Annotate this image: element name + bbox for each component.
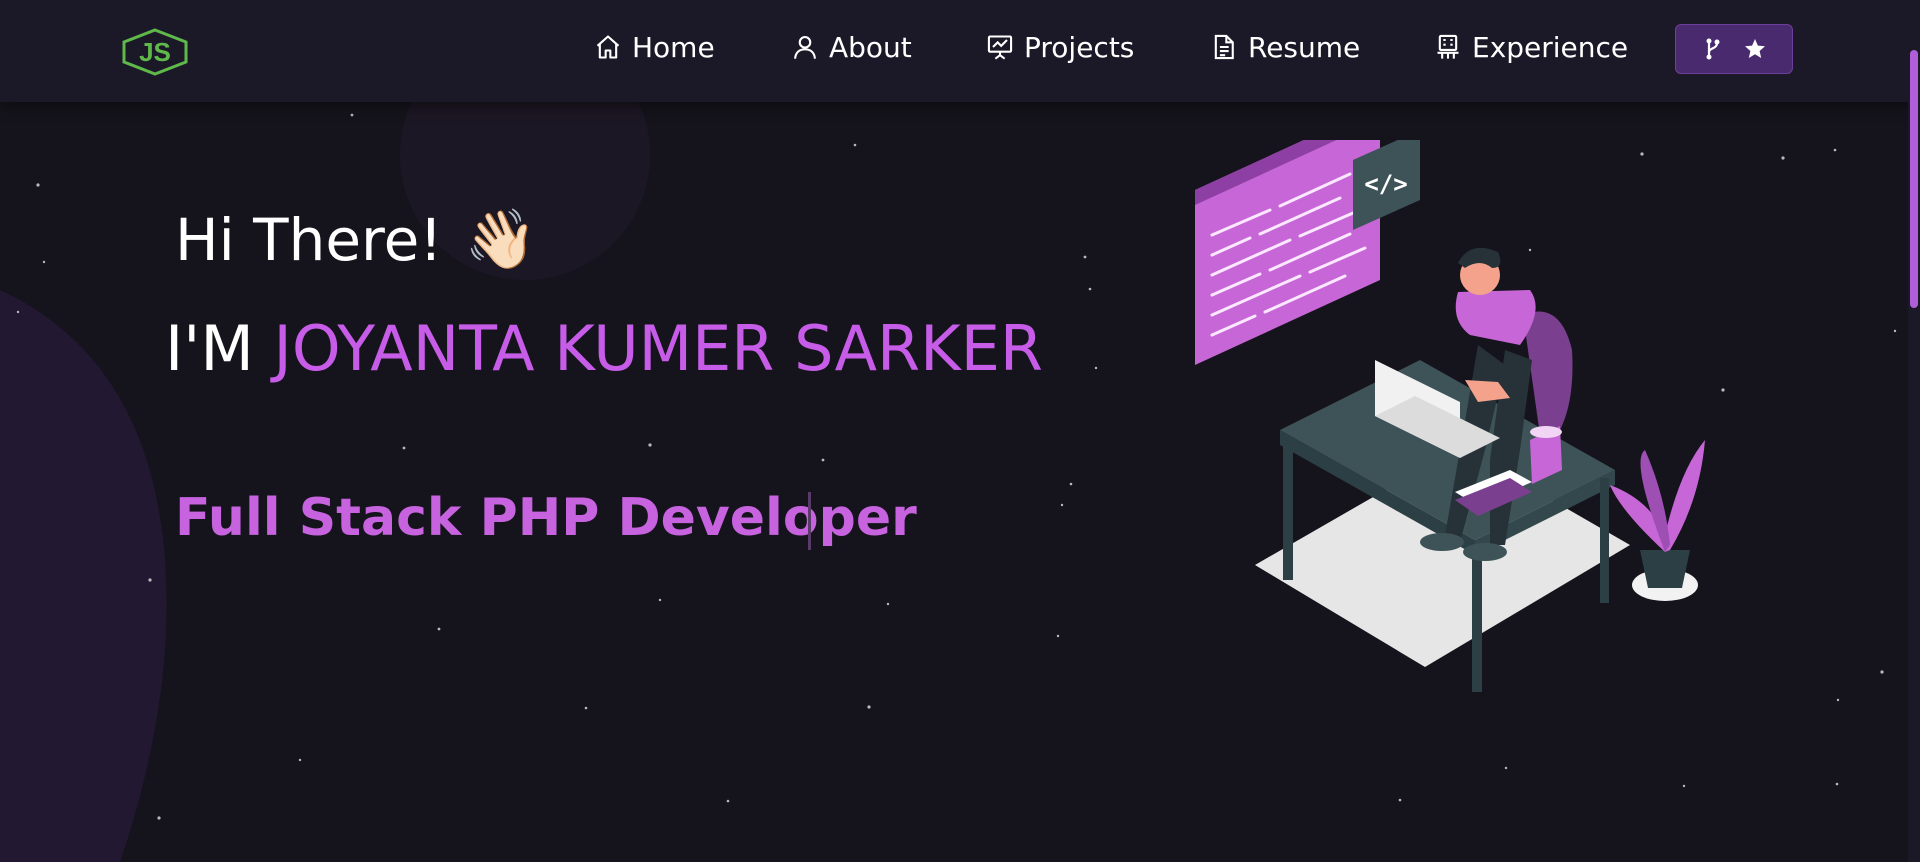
presentation-icon <box>987 35 1013 60</box>
nav-experience[interactable]: Experience <box>1434 22 1628 72</box>
nav-home-label: Home <box>632 30 715 64</box>
nodejs-logo-icon[interactable]: JS <box>120 28 190 76</box>
nav-about-label: About <box>829 30 912 64</box>
hero-role-typewriter: Full Stack PHP Developer <box>175 488 917 548</box>
intro-prefix: I'M <box>165 312 254 385</box>
nav-about[interactable]: About <box>791 22 912 72</box>
fork-icon <box>1706 38 1720 60</box>
typewriter-cursor <box>808 492 811 550</box>
developer-at-desk-illustration: </> <box>1195 140 1705 692</box>
hero-greeting: Hi There! 👋🏻 <box>175 205 537 274</box>
top-navbar: JS Home About Projects Resume Experience <box>0 0 1920 102</box>
scrollbar-thumb[interactable] <box>1910 50 1918 308</box>
nav-projects[interactable]: Projects <box>986 22 1134 72</box>
nav-experience-label: Experience <box>1472 30 1629 64</box>
nav-projects-label: Projects <box>1024 30 1135 64</box>
nav-resume-label: Resume <box>1248 30 1361 64</box>
document-icon <box>1214 34 1234 60</box>
waving-hand-icon: 👋🏻 <box>464 205 537 273</box>
nav-home[interactable]: Home <box>594 22 715 72</box>
svg-text:</>: </> <box>1364 170 1407 198</box>
hero-name-line: I'M JOYANTA KUMER SARKER <box>165 312 1043 385</box>
svg-text:JS: JS <box>139 37 171 67</box>
user-icon <box>794 36 816 59</box>
github-fork-star-button[interactable] <box>1675 24 1793 74</box>
star-icon <box>1745 39 1765 58</box>
greeting-text: Hi There! <box>175 205 443 274</box>
home-icon <box>596 35 620 59</box>
nav-resume[interactable]: Resume <box>1210 22 1360 72</box>
hero-name: JOYANTA KUMER SARKER <box>273 312 1044 385</box>
building-icon <box>1437 34 1459 59</box>
